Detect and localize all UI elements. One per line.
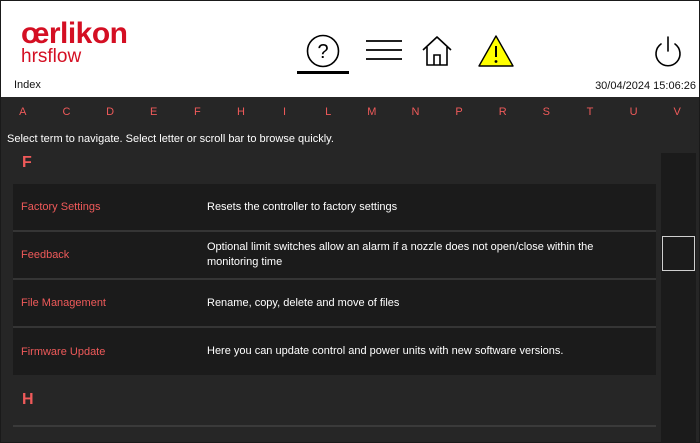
- section-header-h: H: [13, 375, 656, 427]
- letter-e[interactable]: E: [132, 106, 176, 118]
- letter-h[interactable]: H: [219, 106, 263, 118]
- letter-d[interactable]: D: [88, 106, 132, 118]
- index-entry-file-management[interactable]: File Management Rename, copy, delete and…: [13, 280, 656, 328]
- warning-triangle-icon: [478, 35, 514, 67]
- active-indicator: [297, 71, 349, 74]
- oerlikon-logo: œrlikon hrsflow: [21, 17, 128, 67]
- letter-i[interactable]: I: [263, 106, 307, 118]
- entry-description: Here you can update control and power un…: [207, 345, 564, 357]
- sub-brand-name: hrsflow: [21, 46, 82, 67]
- index-entry-factory-settings[interactable]: Factory Settings Resets the controller t…: [13, 184, 656, 232]
- letter-s[interactable]: S: [525, 106, 569, 118]
- letter-m[interactable]: M: [350, 106, 394, 118]
- section-f-entries: Factory Settings Resets the controller t…: [13, 184, 656, 375]
- letter-r[interactable]: R: [481, 106, 525, 118]
- power-button[interactable]: [651, 35, 685, 75]
- letter-p[interactable]: P: [437, 106, 481, 118]
- entry-description: Optional limit switches allow an alarm i…: [207, 241, 594, 268]
- alarm-button[interactable]: [475, 33, 517, 73]
- letter-c[interactable]: C: [45, 106, 89, 118]
- letter-a[interactable]: A: [1, 106, 45, 118]
- page-title: Index: [14, 79, 41, 91]
- brand-name: œrlikon: [21, 17, 128, 50]
- home-icon: [422, 36, 452, 66]
- scrollbar-thumb[interactable]: [662, 236, 695, 271]
- svg-text:?: ?: [317, 41, 328, 63]
- header-bar: œrlikon hrsflow Index ? 30/04/2024 15:06…: [1, 1, 699, 97]
- section-header-f: F: [13, 153, 656, 184]
- power-icon: [655, 36, 681, 67]
- entry-description: Resets the controller to factory setting…: [207, 200, 398, 213]
- alphabet-bar: A C D E F H I L M N P R S T U V: [1, 97, 699, 127]
- section-letter: F: [22, 154, 32, 171]
- entry-term: Firmware Update: [21, 345, 106, 358]
- menu-button[interactable]: [361, 33, 407, 73]
- entry-term: Factory Settings: [21, 201, 101, 213]
- letter-n[interactable]: N: [394, 106, 438, 118]
- app-window: œrlikon hrsflow Index ? 30/04/2024 15:06…: [0, 0, 700, 443]
- datetime-display: 30/04/2024 15:06:26: [595, 80, 696, 92]
- question-circle-icon: ?: [306, 34, 340, 68]
- help-button[interactable]: ?: [297, 33, 349, 73]
- letter-v[interactable]: V: [655, 106, 699, 118]
- section-letter: H: [22, 391, 34, 408]
- letter-f[interactable]: F: [176, 106, 220, 118]
- entry-term: File Management: [21, 297, 106, 309]
- index-entry-feedback[interactable]: Feedback Optional limit switches allow a…: [13, 232, 656, 280]
- letter-u[interactable]: U: [612, 106, 656, 118]
- scrollbar-track[interactable]: [661, 153, 696, 442]
- hamburger-menu-icon: [366, 40, 402, 60]
- letter-l[interactable]: L: [306, 106, 350, 118]
- index-entry-firmware-update[interactable]: Firmware Update Here you can update cont…: [13, 328, 656, 375]
- letter-t[interactable]: T: [568, 106, 612, 118]
- entry-term: Feedback: [21, 249, 70, 261]
- navigation-hint: Select term to navigate. Select letter o…: [1, 127, 699, 153]
- entry-description: Rename, copy, delete and move of files: [207, 296, 400, 309]
- home-button[interactable]: [417, 33, 457, 73]
